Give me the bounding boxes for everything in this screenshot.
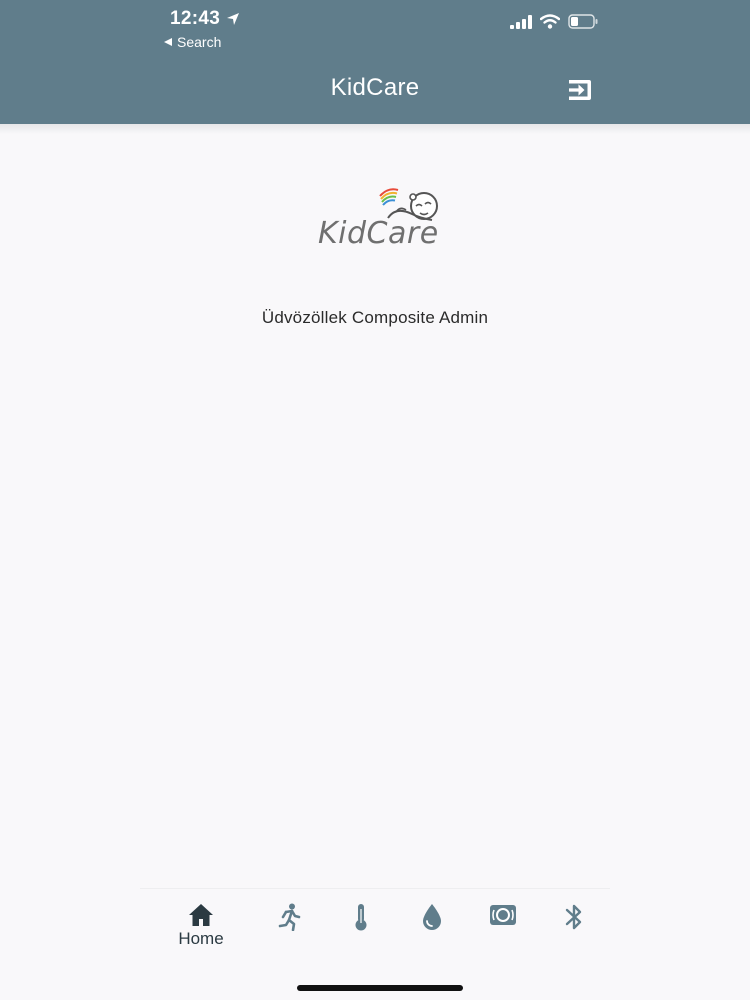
- home-indicator: [297, 985, 463, 991]
- water-drop-icon: [423, 904, 441, 930]
- top-bar-shadow: [0, 124, 750, 134]
- back-label: Search: [177, 34, 222, 50]
- bottom-navigation: Home: [140, 888, 610, 961]
- nav-activity[interactable]: [264, 903, 314, 931]
- screen: 12:43 Search KidCare KidCare Üdvözöllek …: [0, 0, 750, 1000]
- welcome-message: Üdvözöllek Composite Admin: [261, 308, 489, 327]
- wifi-icon: [540, 14, 560, 29]
- logout-button[interactable]: [566, 76, 594, 104]
- kidcare-logo: KidCare: [318, 188, 439, 246]
- bluetooth-icon: [565, 904, 582, 930]
- thermometer-icon: [355, 904, 367, 931]
- back-triangle-icon: [164, 38, 172, 46]
- status-icons: [510, 14, 598, 29]
- nav-temperature[interactable]: [336, 903, 386, 931]
- nav-humidity[interactable]: [407, 903, 457, 931]
- signal-icon: [510, 14, 532, 29]
- nav-bluetooth[interactable]: [549, 903, 599, 931]
- nav-home-label: Home: [178, 929, 224, 948]
- home-icon: [189, 904, 213, 926]
- back-to-search-link[interactable]: Search: [163, 34, 221, 50]
- nav-home[interactable]: Home: [176, 903, 226, 949]
- logo-text: KidCare: [318, 216, 439, 246]
- status-time-text: 12:43: [170, 8, 221, 29]
- app-title: KidCare: [330, 74, 420, 101]
- running-icon: [278, 903, 301, 931]
- location-arrow-icon: [227, 13, 240, 25]
- sensor-icon: [490, 905, 516, 925]
- battery-icon: [568, 14, 598, 29]
- top-bar: 12:43 Search KidCare: [0, 0, 750, 124]
- status-time: 12:43: [170, 8, 240, 30]
- logout-icon: [569, 80, 591, 100]
- nav-sensor[interactable]: [478, 903, 528, 927]
